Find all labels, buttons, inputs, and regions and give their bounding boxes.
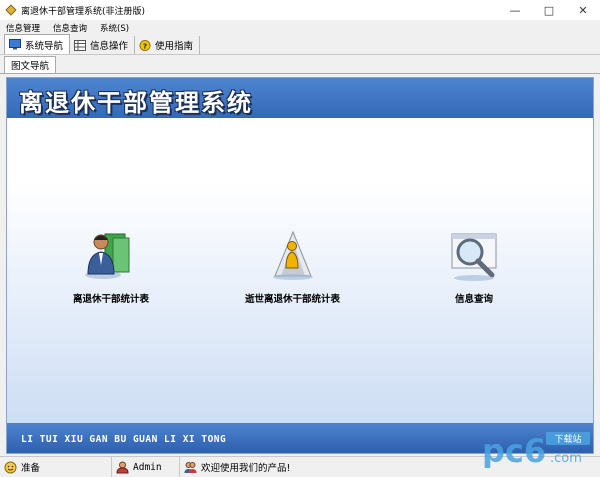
magnifier-icon xyxy=(451,233,497,281)
tab-system-nav[interactable]: 系统导航 xyxy=(4,34,71,54)
menu-info-query[interactable]: 信息查询 xyxy=(53,22,87,34)
watermark-domain: .com xyxy=(550,451,582,466)
nav-retired-stats[interactable]: 离退休干部统计表 xyxy=(73,228,149,305)
menu-bar: 信息管理 信息查询 系统(S) xyxy=(0,20,600,35)
menu-system[interactable]: 系统(S) xyxy=(100,22,129,34)
tab-label: 信息操作 xyxy=(90,41,129,52)
title-bar: 离退休干部管理系统(非注册版) — □ ✕ xyxy=(0,0,600,20)
nav-label: 信息查询 xyxy=(454,294,493,305)
app-icon xyxy=(5,4,17,16)
watermark-sub: 下载站 xyxy=(554,433,581,445)
ready-icon xyxy=(4,461,17,473)
watermark-brand: pc6 xyxy=(482,432,546,468)
maximize-icon[interactable]: □ xyxy=(532,0,566,20)
minimize-icon[interactable]: — xyxy=(498,0,532,20)
nav-deceased-stats[interactable]: 逝世离退休干部统计表 xyxy=(245,228,340,305)
grid-icon xyxy=(74,39,87,51)
window-controls: — □ ✕ xyxy=(498,0,600,20)
tab-user-guide[interactable]: ? 使用指南 xyxy=(135,36,201,54)
status-ready-text: 准备 xyxy=(21,463,41,474)
status-user-text: Admin xyxy=(133,461,162,473)
main-content: 离退休干部管理系统 离退休干部统计表 逝世离退休干部统计表 信息查询 LI TU… xyxy=(6,77,594,454)
status-ready: 准备 xyxy=(0,457,112,477)
svg-text:?: ? xyxy=(143,41,147,50)
help-icon: ? xyxy=(139,39,151,51)
window-title: 离退休干部管理系统(非注册版) xyxy=(21,6,146,17)
user-icon xyxy=(116,461,129,473)
users-icon xyxy=(184,461,197,473)
tab-info-operation[interactable]: 信息操作 xyxy=(70,36,136,54)
person-book-icon xyxy=(85,233,130,279)
pc6-watermark-logo: pc6 下载站 .com xyxy=(482,432,590,468)
status-user: Admin xyxy=(112,457,180,477)
tab-label: 使用指南 xyxy=(155,41,194,52)
banner-title: 离退休干部管理系统 xyxy=(19,88,253,117)
monitor-icon xyxy=(9,39,21,50)
banner: 离退休干部管理系统 xyxy=(7,78,593,118)
close-icon[interactable]: ✕ xyxy=(566,0,600,20)
menu-info-manage[interactable]: 信息管理 xyxy=(6,22,40,34)
person-silhouette-icon xyxy=(272,230,313,280)
nav-label: 逝世离退休干部统计表 xyxy=(245,294,341,305)
status-welcome-text: 欢迎使用我们的产品! xyxy=(201,463,291,474)
tab-label: 系统导航 xyxy=(25,40,64,52)
nav-info-query[interactable]: 信息查询 xyxy=(446,228,502,305)
nav-label: 离退休干部统计表 xyxy=(73,294,150,305)
tab-graphic-nav[interactable]: 图文导航 xyxy=(4,56,57,73)
toolbar: 系统导航 信息操作 ? 使用指南 xyxy=(0,34,600,55)
footer-pinyin: LI TUI XIU GAN BU GUAN LI XI TONG xyxy=(21,434,227,445)
page-tabs: 图文导航 xyxy=(0,56,600,74)
